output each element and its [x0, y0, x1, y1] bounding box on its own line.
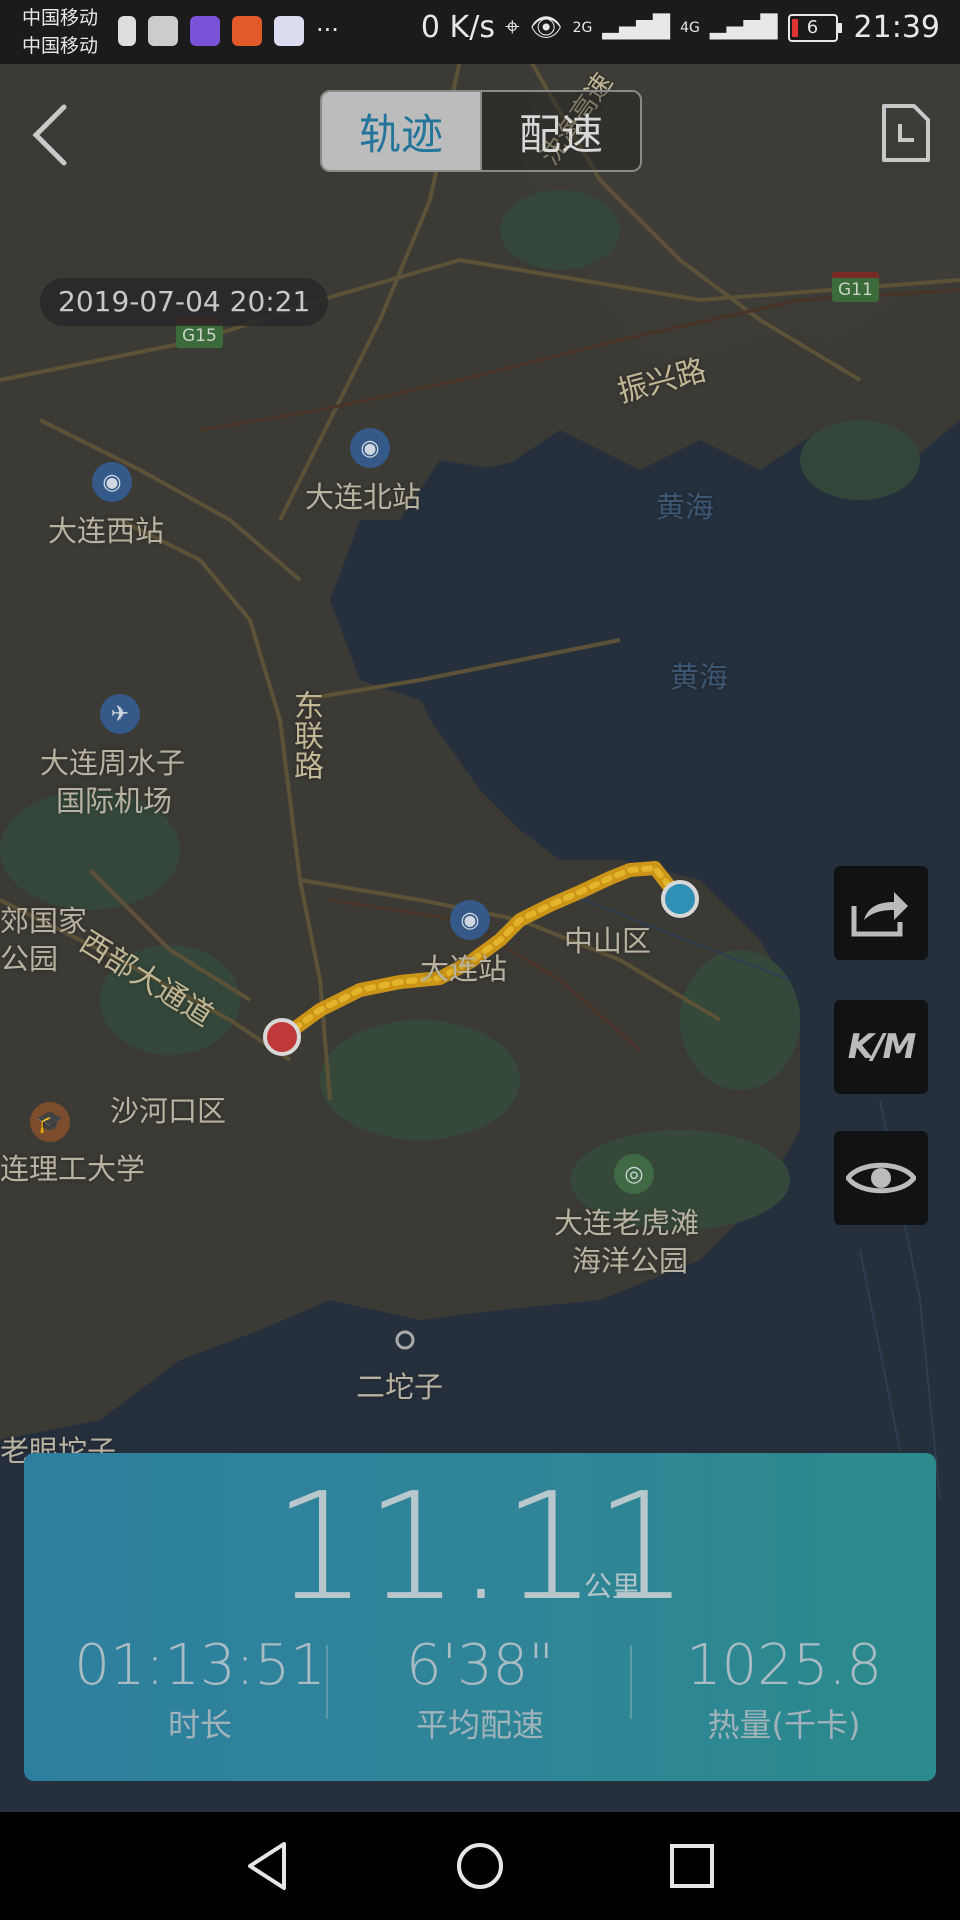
activity-datetime: 2019-07-04 20:21: [40, 278, 329, 326]
university-icon: 🎓: [30, 1102, 70, 1142]
map-label-dalian-north: 大连北站: [305, 480, 422, 514]
more-icon: ···: [316, 16, 339, 44]
stat-calories: 1025.8 热量(千卡): [634, 1633, 934, 1746]
unit-toggle-button[interactable]: K/M: [834, 1000, 928, 1094]
map-label-dalian-station: 大连站: [420, 952, 508, 986]
history-button[interactable]: [880, 102, 932, 164]
map-label-park-2: 公园: [0, 942, 59, 976]
signal-label-1: 2G: [572, 19, 593, 36]
route-start-marker: [661, 880, 699, 918]
road-donglian: 东联路: [288, 690, 323, 780]
play-app-icon: [232, 16, 262, 46]
train-station-icon: ◉: [450, 900, 490, 940]
navigation-bar: [0, 1812, 960, 1920]
stat-pace-label: 平均配速: [415, 1706, 544, 1744]
book-icon: [148, 16, 178, 46]
chevron-left-icon: [32, 104, 67, 166]
home-nav-icon[interactable]: [452, 1838, 508, 1894]
stat-duration-label: 时长: [167, 1706, 232, 1744]
signal-icon-1: ▂▄▆█: [602, 15, 671, 40]
sim-icon: [118, 16, 136, 46]
route-end-marker: [263, 1018, 301, 1056]
camera-icon: ◎: [614, 1154, 654, 1194]
map-label-zhongshan: 中山区: [564, 924, 652, 958]
status-bar: 中国移动 中国移动 ··· 0 K/s ⌖ 👁 2G ▂▄▆█ 4G ▂▄▆█ …: [0, 0, 960, 64]
map-label-yellow-sea-1: 黄海: [656, 490, 715, 524]
airport-icon: ✈: [100, 694, 140, 734]
battery-icon: 6: [787, 13, 842, 42]
map-label-shahekou: 沙河口区: [110, 1094, 227, 1128]
carrier-2: 中国移动: [22, 35, 99, 57]
carrier-1: 中国移动: [22, 7, 99, 29]
signal-label-2: 4G: [680, 19, 700, 36]
eye-icon: [846, 1162, 916, 1194]
share-icon: [851, 892, 908, 937]
map-label-dalian-west: 大连西站: [48, 514, 165, 548]
map-label-yellow-sea-2: 黄海: [670, 660, 729, 694]
back-button[interactable]: [20, 95, 80, 175]
map-label-airport-1: 大连周水子: [40, 746, 186, 780]
clock: 21:39: [853, 10, 940, 45]
eye-status-icon: 👁: [529, 12, 563, 43]
flash-app-icon: [274, 16, 304, 46]
location-icon: ⌖: [504, 12, 520, 42]
map-label-ertuozi: 二坨子: [356, 1370, 444, 1404]
map-label-tiger-beach-1: 大连老虎滩: [554, 1206, 700, 1240]
share-button[interactable]: [834, 866, 928, 960]
stat-duration-value: 01:13:51: [74, 1633, 326, 1698]
tab-track[interactable]: 轨迹: [322, 92, 480, 170]
document-clock-icon: [882, 104, 930, 162]
stat-duration: 01:13:51 时长: [50, 1633, 350, 1746]
stat-calories-value: 1025.8: [686, 1633, 882, 1698]
map-label-university: 连理工大学: [0, 1152, 146, 1186]
stat-calories-label: 热量(千卡): [707, 1706, 861, 1744]
stat-divider: [326, 1645, 328, 1719]
back-nav-icon[interactable]: [240, 1838, 296, 1894]
train-station-icon: ◉: [350, 428, 390, 468]
tab-pace[interactable]: 配速: [480, 92, 640, 170]
distance-value: 11.11: [273, 1461, 689, 1633]
stat-pace-value: 6'38": [405, 1633, 555, 1698]
distance-unit: 公里: [584, 1570, 641, 1603]
visibility-button[interactable]: [834, 1131, 928, 1225]
video-app-icon: [190, 16, 220, 46]
stat-pace: 6'38" 平均配速: [330, 1633, 630, 1746]
status-right: 0 K/s ⌖ 👁 2G ▂▄▆█ 4G ▂▄▆█ 6 21:39: [421, 10, 940, 45]
map-label-tiger-beach-2: 海洋公园: [572, 1244, 689, 1278]
train-station-icon: ◉: [92, 462, 132, 502]
summary-card: 11.11 公里 01:13:51 时长 6'38" 平均配速 1025.8 热…: [24, 1453, 936, 1781]
net-speed: 0 K/s: [420, 10, 495, 45]
recents-nav-icon[interactable]: [664, 1838, 720, 1894]
map-label-park-1: 郊国家: [0, 904, 88, 938]
notification-icons: ···: [118, 16, 339, 46]
view-tabs: 轨迹 配速: [320, 90, 642, 172]
map-label-airport-2: 国际机场: [56, 784, 173, 818]
signal-icon-2: ▂▄▆█: [709, 15, 778, 40]
stat-divider: [630, 1645, 632, 1719]
highway-sign-g11: G11: [832, 272, 879, 302]
